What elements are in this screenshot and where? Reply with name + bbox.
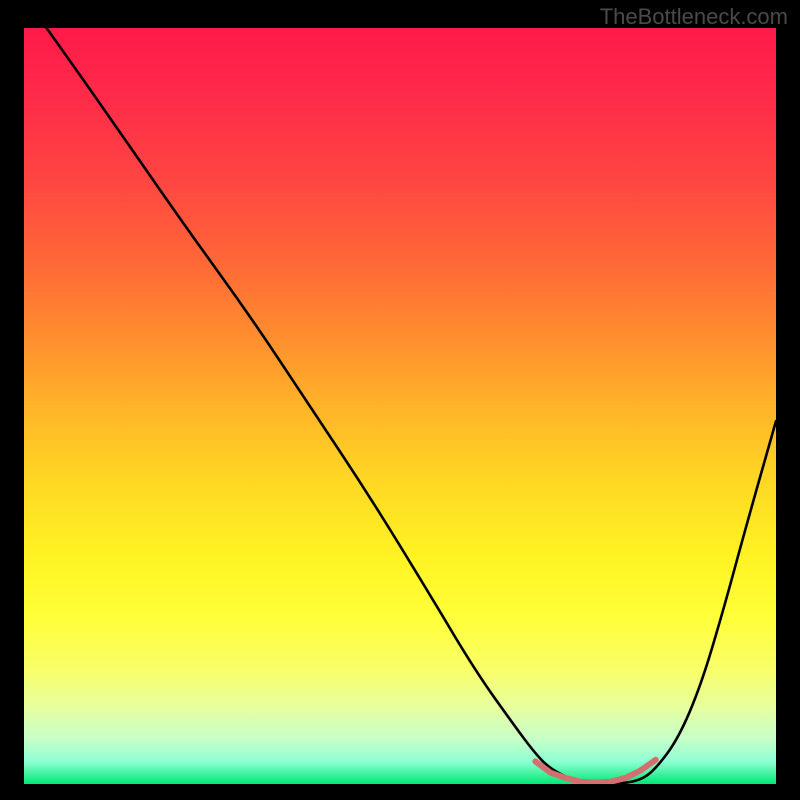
chart-container: TheBottleneck.com xyxy=(0,0,800,800)
watermark-text: TheBottleneck.com xyxy=(600,4,788,30)
chart-svg xyxy=(24,28,776,784)
gradient-background xyxy=(24,28,776,784)
plot-area xyxy=(24,28,776,784)
